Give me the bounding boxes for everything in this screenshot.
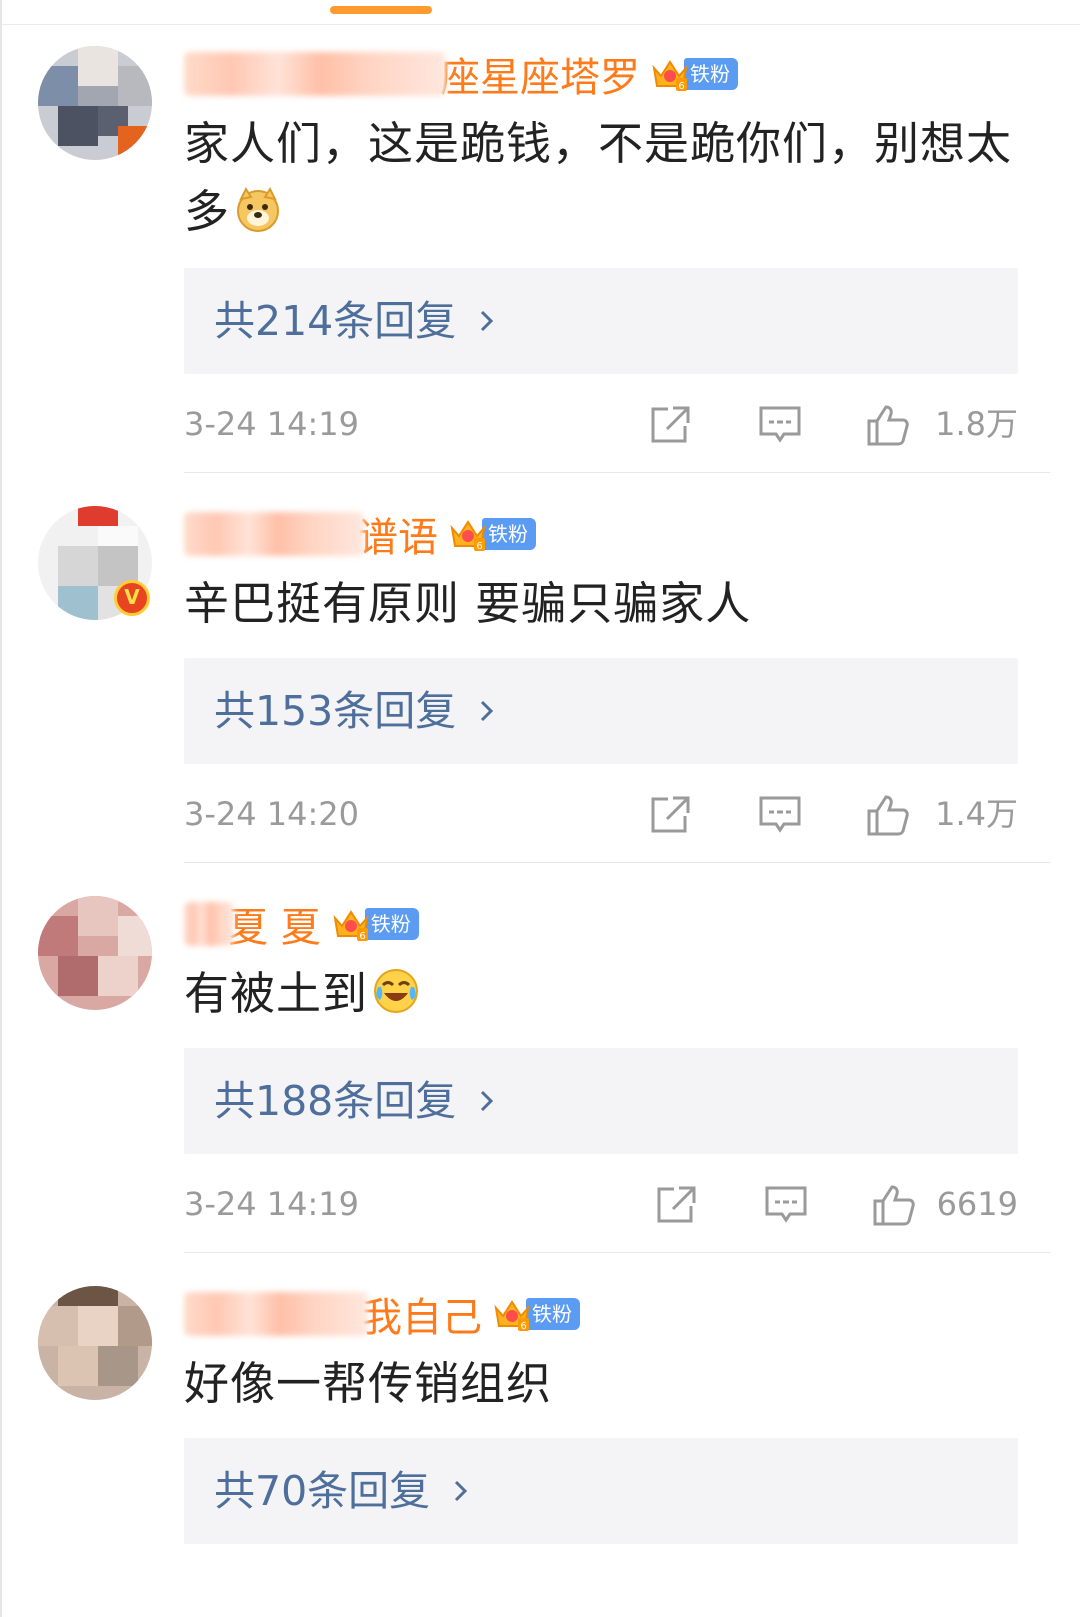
comment-text: 家人们，这是跪钱，不是跪你们，别想太多 <box>184 110 1024 246</box>
comment-timestamp: 3-24 14:19 <box>184 1185 360 1223</box>
comment-body: 好像一帮传销组织 <box>184 1357 553 1410</box>
reply-count-label: 共70条回复 <box>214 1467 431 1515</box>
like-icon[interactable] <box>872 1184 916 1226</box>
verified-badge: V <box>114 580 150 616</box>
user-name[interactable]: 我自己 <box>362 1285 482 1343</box>
comment-divider <box>184 862 1050 863</box>
blurred-name <box>184 52 446 96</box>
reply-count-label: 共153条回复 <box>214 687 457 735</box>
user-name[interactable]: 夏 夏 <box>228 895 321 953</box>
share-icon[interactable] <box>654 1184 698 1226</box>
fan-badge[interactable]: 6 铁粉 <box>448 515 536 553</box>
fan-badge-label: 铁粉 <box>364 908 419 940</box>
view-replies-link[interactable]: 共188条回复 <box>214 1048 500 1154</box>
crown-icon: 6 <box>333 910 369 942</box>
reply-count-label: 共188条回复 <box>214 1077 457 1125</box>
reply-summary-box[interactable]: 共214条回复 <box>184 268 1018 374</box>
blurred-name <box>184 902 234 946</box>
comment-text: 好像一帮传销组织 <box>184 1350 1024 1418</box>
comment-item: 我自己 6 铁粉 好像一帮传销组织 共70条回复 <box>2 1264 1080 1617</box>
crown-icon: 6 <box>450 520 486 552</box>
comment-meta-row: 3-24 14:20 1.4万 <box>184 784 1018 844</box>
share-icon[interactable] <box>648 794 692 836</box>
crown-icon: 6 <box>652 60 688 92</box>
comment-text: 有被土到 <box>184 960 1024 1028</box>
doge-emoji-icon <box>237 186 280 232</box>
comment-body: 有被土到 <box>184 967 369 1020</box>
comment-divider <box>184 1252 1050 1253</box>
avatar[interactable] <box>38 896 152 1010</box>
laugh-cry-emoji-icon <box>374 969 419 1013</box>
user-name[interactable]: 谱语 <box>358 505 438 563</box>
comment-body: 家人们，这是跪钱，不是跪你们，别想太多 <box>184 117 1013 238</box>
user-name-row[interactable]: 座星座塔罗 6 铁粉 <box>184 46 738 102</box>
chevron-right-icon <box>481 310 494 332</box>
share-icon[interactable] <box>648 404 692 446</box>
like-icon[interactable] <box>866 794 910 836</box>
reply-summary-box[interactable]: 共70条回复 <box>184 1438 1018 1544</box>
comment-feed-screen: 座星座塔罗 6 铁粉 家人们，这是跪钱，不是跪你们，别想太多 共214条回复 3… <box>0 0 1080 1617</box>
fan-badge-label: 铁粉 <box>482 518 536 550</box>
comment-meta-row: 3-24 14:19 1.8万 <box>184 394 1018 454</box>
chevron-right-icon <box>481 700 494 722</box>
svg-text:6: 6 <box>359 931 365 942</box>
reply-count-label: 共214条回复 <box>214 297 457 345</box>
reply-summary-box[interactable]: 共153条回复 <box>184 658 1018 764</box>
comment-meta-row: 3-24 14:19 6619 <box>184 1174 1018 1234</box>
crown-icon: 6 <box>494 1300 530 1332</box>
fan-badge[interactable]: 6 铁粉 <box>492 1295 580 1333</box>
blurred-name <box>184 512 364 556</box>
comment-divider <box>184 472 1050 473</box>
like-icon[interactable] <box>866 404 910 446</box>
comment-icon[interactable] <box>758 794 802 836</box>
comment-body: 辛巴挺有原则 要骗只骗家人 <box>184 577 752 630</box>
reply-summary-box[interactable]: 共188条回复 <box>184 1048 1018 1154</box>
fan-badge-label: 铁粉 <box>684 58 738 90</box>
svg-text:6: 6 <box>520 1321 526 1332</box>
like-count: 6619 <box>936 1185 1018 1223</box>
like-count: 1.8万 <box>935 405 1018 443</box>
fan-badge[interactable]: 6 铁粉 <box>650 55 738 93</box>
avatar[interactable] <box>38 1286 152 1400</box>
user-name-row[interactable]: 我自己 6 铁粉 <box>184 1286 580 1342</box>
active-tab-indicator <box>330 6 432 14</box>
user-name-row[interactable]: 夏 夏 6 铁粉 <box>184 896 419 952</box>
comment-item: V 谱语 6 铁粉 辛巴挺有原则 要骗只骗家人 共153条回复 3-24 14:… <box>2 484 1080 884</box>
view-replies-link[interactable]: 共70条回复 <box>214 1438 474 1544</box>
comment-item: 夏 夏 6 铁粉 有被土到 共188条回复 3-24 14:19 6619 <box>2 874 1080 1274</box>
fan-badge[interactable]: 6 铁粉 <box>331 905 419 943</box>
user-name-row[interactable]: 谱语 6 铁粉 <box>184 506 536 562</box>
fan-badge-label: 铁粉 <box>526 1298 580 1330</box>
chevron-right-icon <box>481 1090 494 1112</box>
chevron-right-icon <box>455 1480 468 1502</box>
svg-text:6: 6 <box>678 81 684 92</box>
comment-timestamp: 3-24 14:20 <box>184 795 360 833</box>
like-count: 1.4万 <box>935 795 1018 833</box>
svg-text:6: 6 <box>476 541 482 552</box>
blurred-name <box>184 1292 368 1336</box>
user-name[interactable]: 座星座塔罗 <box>440 45 640 103</box>
view-replies-link[interactable]: 共153条回复 <box>214 658 500 764</box>
comment-item: 座星座塔罗 6 铁粉 家人们，这是跪钱，不是跪你们，别想太多 共214条回复 3… <box>2 24 1080 446</box>
comment-icon[interactable] <box>764 1184 808 1226</box>
avatar[interactable] <box>38 46 152 160</box>
comment-text: 辛巴挺有原则 要骗只骗家人 <box>184 570 1024 638</box>
view-replies-link[interactable]: 共214条回复 <box>214 268 500 374</box>
comment-timestamp: 3-24 14:19 <box>184 405 360 443</box>
comment-icon[interactable] <box>758 404 802 446</box>
